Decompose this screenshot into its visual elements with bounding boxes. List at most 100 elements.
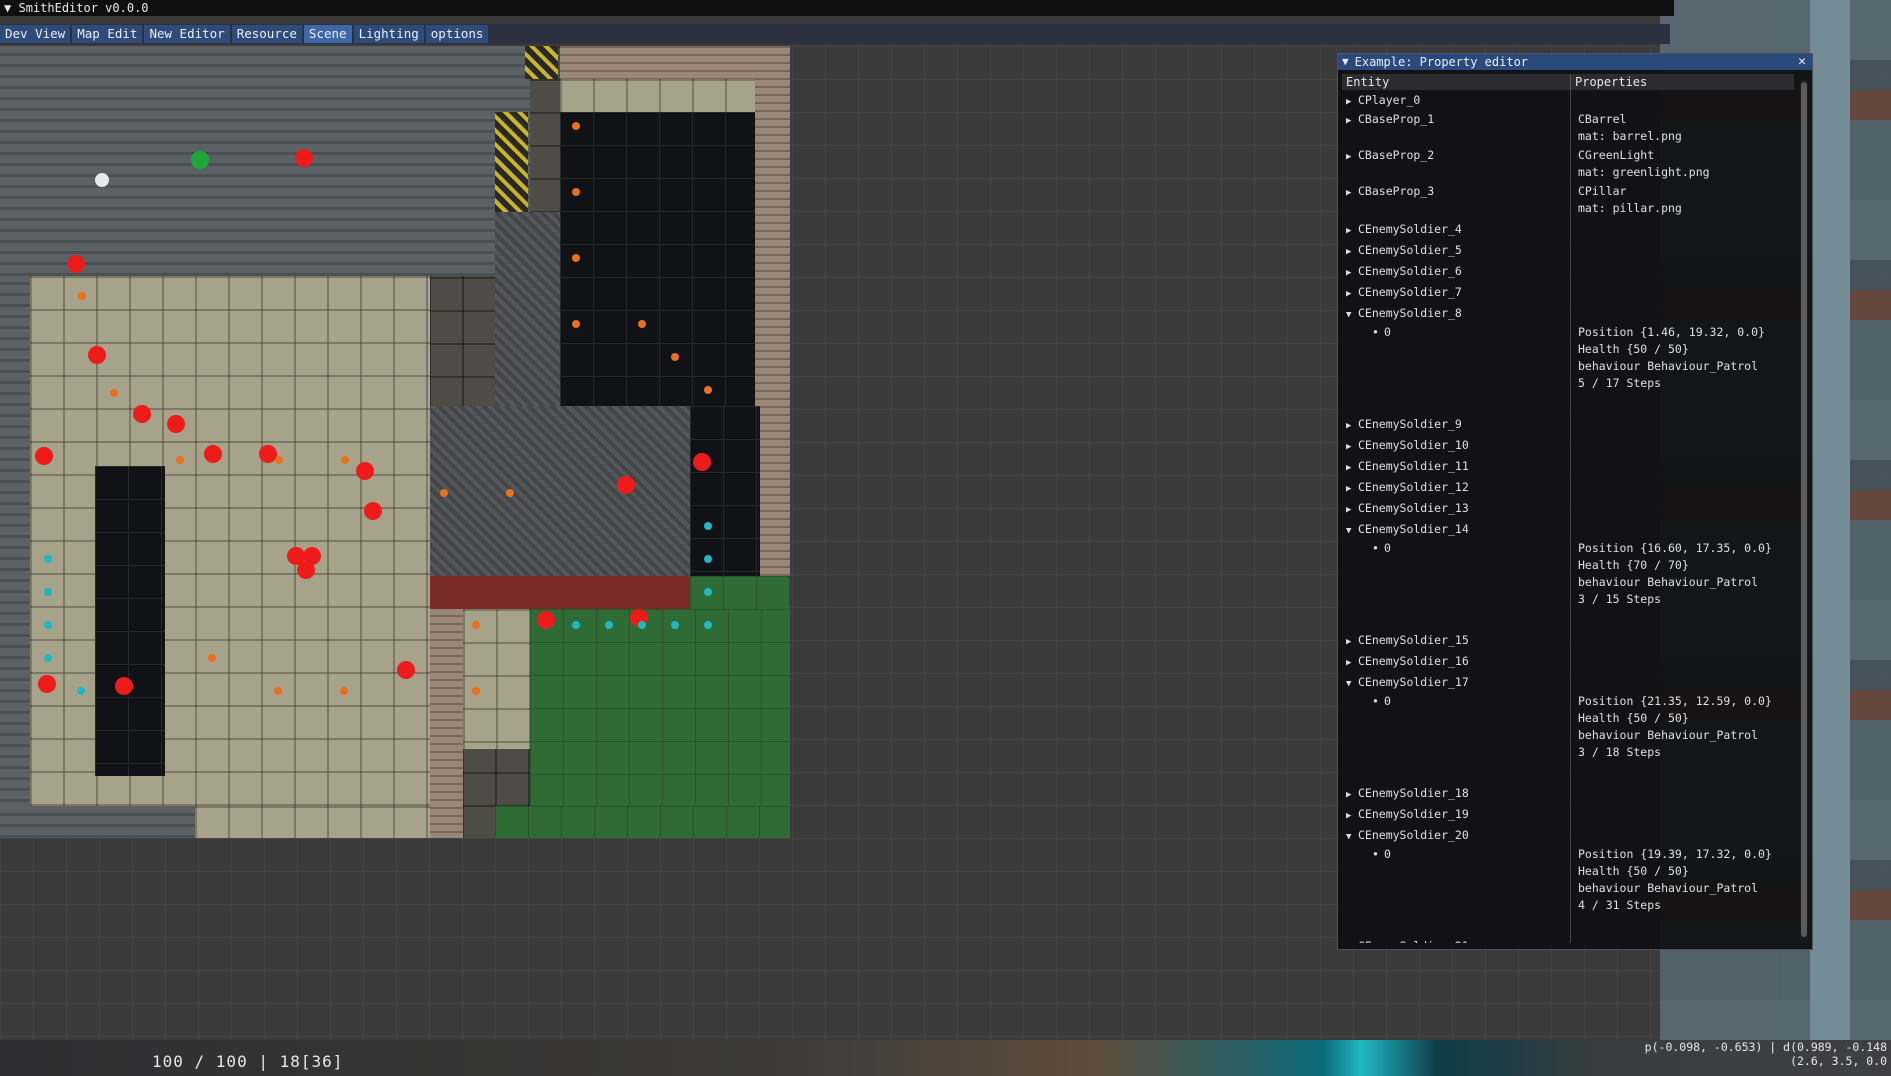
entity-name[interactable]: CEnemySoldier_16 <box>1358 654 1469 668</box>
entity-name[interactable]: CEnemySoldier_13 <box>1358 501 1469 515</box>
entity-row[interactable]: ▶ CEnemySoldier_10 <box>1342 435 1794 456</box>
enemy-marker[interactable] <box>364 502 382 520</box>
triangle-right-icon[interactable]: ▶ <box>1346 938 1358 943</box>
entity-name[interactable]: CPlayer_0 <box>1358 93 1420 107</box>
triangle-down-icon[interactable]: ▼ <box>1342 54 1349 70</box>
property-editor-window[interactable]: ▼ Example: Property editor ✕ Entity Prop… <box>1337 53 1813 950</box>
entity-name[interactable]: CEnemySoldier_20 <box>1358 828 1469 842</box>
triangle-right-icon[interactable]: ▶ <box>1346 632 1358 653</box>
menu-item-options[interactable]: options <box>425 25 489 43</box>
entity-child-row[interactable]: • 0 Position {19.39, 17.32, 0.0} Health {50… <box>1342 846 1794 936</box>
menu-item-scene[interactable]: Scene <box>303 25 352 43</box>
entity-row[interactable]: ▶ CBaseProp_3 CPillar mat: pillar.png <box>1342 183 1794 219</box>
entity-row[interactable]: ▶ CEnemySoldier_5 <box>1342 240 1794 261</box>
enemy-marker[interactable] <box>133 405 151 423</box>
enemy-marker[interactable] <box>167 415 185 433</box>
triangle-right-icon[interactable]: ▶ <box>1346 221 1358 242</box>
enemy-marker[interactable] <box>397 661 415 679</box>
entity-row[interactable]: ▶ CEnemySoldier_18 <box>1342 783 1794 804</box>
enemy-marker[interactable] <box>295 149 313 167</box>
triangle-right-icon[interactable]: ▶ <box>1346 113 1358 130</box>
tile-map-canvas[interactable] <box>0 46 790 838</box>
entity-row[interactable]: ▶ CBaseProp_2 CGreenLight mat: greenlight.p… <box>1342 147 1794 183</box>
triangle-right-icon[interactable]: ▶ <box>1346 479 1358 500</box>
enemy-marker[interactable] <box>35 447 53 465</box>
entity-name[interactable]: CBaseProp_1 <box>1358 112 1434 126</box>
entity-name[interactable]: CEnemySoldier_19 <box>1358 807 1469 821</box>
entity-name[interactable]: CEnemySoldier_11 <box>1358 459 1469 473</box>
entity-row[interactable]: ▶ CEnemySoldier_16 <box>1342 651 1794 672</box>
property-editor-titlebar[interactable]: ▼ Example: Property editor ✕ <box>1338 54 1812 70</box>
enemy-marker[interactable] <box>115 677 133 695</box>
entity-name[interactable]: CBaseProp_3 <box>1358 184 1434 198</box>
entity-row[interactable]: ▶ CPlayer_0 <box>1342 90 1794 111</box>
triangle-down-icon[interactable]: ▼ <box>1346 674 1358 695</box>
menu-item-lighting[interactable]: Lighting <box>353 25 424 43</box>
enemy-marker[interactable] <box>38 675 56 693</box>
entity-name[interactable]: CEnemySoldier_7 <box>1358 285 1462 299</box>
child-index[interactable]: 0 <box>1384 694 1391 708</box>
entity-name[interactable]: CEnemySoldier_6 <box>1358 264 1462 278</box>
entity-name[interactable]: CEnemySoldier_18 <box>1358 786 1469 800</box>
entity-row[interactable]: ▶ CEnemySoldier_13 <box>1342 498 1794 519</box>
enemy-marker[interactable] <box>297 561 315 579</box>
triangle-down-icon[interactable]: ▼ <box>1346 305 1358 326</box>
close-icon[interactable]: ✕ <box>1798 54 1806 70</box>
scrollbar-thumb[interactable] <box>1801 82 1807 937</box>
triangle-right-icon[interactable]: ▶ <box>1346 500 1358 521</box>
entity-name[interactable]: CEnemySoldier_8 <box>1358 306 1462 320</box>
entity-row[interactable]: ▶ CEnemySoldier_9 <box>1342 414 1794 435</box>
enemy-marker[interactable] <box>88 346 106 364</box>
entity-name[interactable]: CEnemySoldier_12 <box>1358 480 1469 494</box>
entity-name[interactable]: CEnemySoldier_10 <box>1358 438 1469 452</box>
triangle-right-icon[interactable]: ▶ <box>1346 785 1358 806</box>
column-header-entity[interactable]: Entity <box>1342 74 1571 90</box>
entity-child-row[interactable]: • 0 Position {16.60, 17.35, 0.0} Health {70… <box>1342 540 1794 630</box>
entity-name[interactable]: CEnemySoldier_17 <box>1358 675 1469 689</box>
triangle-right-icon[interactable]: ▶ <box>1346 263 1358 284</box>
triangle-right-icon[interactable]: ▶ <box>1346 149 1358 166</box>
menu-item-resource[interactable]: Resource <box>231 25 302 43</box>
child-index[interactable]: 0 <box>1384 541 1391 555</box>
triangle-right-icon[interactable]: ▶ <box>1346 416 1358 437</box>
triangle-down-icon[interactable]: ▼ <box>1346 827 1358 848</box>
entity-name[interactable]: CEnemySoldier_4 <box>1358 222 1462 236</box>
child-index[interactable]: 0 <box>1384 847 1391 861</box>
triangle-right-icon[interactable]: ▶ <box>1346 242 1358 263</box>
entity-row[interactable]: ▶ CEnemySoldier_15 <box>1342 630 1794 651</box>
entity-row[interactable]: ▶ CEnemySoldier_4 <box>1342 219 1794 240</box>
vertical-scrollbar[interactable] <box>1800 80 1808 939</box>
triangle-right-icon[interactable]: ▶ <box>1346 92 1358 113</box>
triangle-right-icon[interactable]: ▶ <box>1346 284 1358 305</box>
collapse-icon[interactable]: ▼ <box>4 1 11 15</box>
entity-row[interactable]: ▶ CEnemySoldier_7 <box>1342 282 1794 303</box>
enemy-marker[interactable] <box>204 445 222 463</box>
enemy-marker[interactable] <box>537 611 555 629</box>
triangle-right-icon[interactable]: ▶ <box>1346 185 1358 202</box>
entity-row[interactable]: ▼ CEnemySoldier_17 <box>1342 672 1794 693</box>
entity-name[interactable]: CBaseProp_2 <box>1358 148 1434 162</box>
player-marker[interactable] <box>95 173 109 187</box>
menu-item-dev-view[interactable]: Dev View <box>0 25 71 43</box>
entity-name[interactable]: CEnemySoldier_14 <box>1358 522 1469 536</box>
menu-item-new-editor[interactable]: New Editor <box>144 25 230 43</box>
entity-name[interactable]: CEnemySoldier_21 <box>1358 939 1469 943</box>
triangle-right-icon[interactable]: ▶ <box>1346 458 1358 479</box>
entity-row[interactable]: ▶ CEnemySoldier_19 <box>1342 804 1794 825</box>
entity-row[interactable]: ▼ CEnemySoldier_8 <box>1342 303 1794 324</box>
entity-row[interactable]: ▶CEnemySoldier_21 <box>1342 936 1794 943</box>
green-light-marker[interactable] <box>191 151 209 169</box>
triangle-down-icon[interactable]: ▼ <box>1346 521 1358 542</box>
entity-name[interactable]: CEnemySoldier_5 <box>1358 243 1462 257</box>
entity-child-row[interactable]: • 0 Position {21.35, 12.59, 0.0} Health {50… <box>1342 693 1794 783</box>
menu-item-map-edit[interactable]: Map Edit <box>72 25 143 43</box>
triangle-right-icon[interactable]: ▶ <box>1346 806 1358 827</box>
column-header-properties[interactable]: Properties <box>1571 74 1647 90</box>
entity-row[interactable]: ▼ CEnemySoldier_14 <box>1342 519 1794 540</box>
entity-row[interactable]: ▶ CBaseProp_1 CBarrel mat: barrel.png <box>1342 111 1794 147</box>
child-index[interactable]: 0 <box>1384 325 1391 339</box>
entity-row[interactable]: ▶ CEnemySoldier_12 <box>1342 477 1794 498</box>
triangle-right-icon[interactable]: ▶ <box>1346 437 1358 458</box>
entity-row[interactable]: ▼ CEnemySoldier_20 <box>1342 825 1794 846</box>
entity-child-row[interactable]: • 0 Position {1.46, 19.32, 0.0} Health {50 … <box>1342 324 1794 414</box>
